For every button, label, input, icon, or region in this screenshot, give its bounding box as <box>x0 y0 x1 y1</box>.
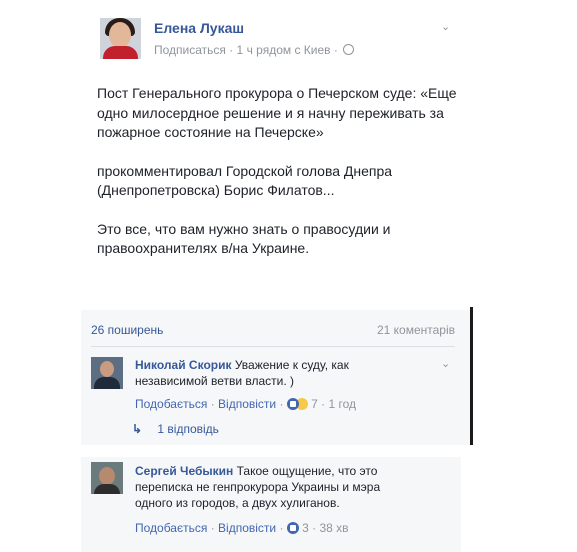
divider <box>91 346 455 347</box>
reply-link[interactable]: Відповісти <box>218 397 276 411</box>
chevron-down-icon[interactable]: ⌄ <box>441 357 450 370</box>
commenter-avatar[interactable] <box>91 462 123 494</box>
comment-time[interactable]: 38 хв <box>320 521 349 535</box>
view-replies[interactable]: ↳ 1 відповідь <box>132 422 219 436</box>
post-paragraph: прокомментировал Городской голова Днепра… <box>97 162 393 199</box>
commenter-name[interactable]: Сергей Чебыкин <box>135 464 233 478</box>
reply-link[interactable]: Відповісти <box>218 521 276 535</box>
comment-body: Сергей Чебыкин Такое ощущение, что это п… <box>135 463 420 511</box>
post-meta-text: Подписаться · 1 ч рядом с Киев · <box>154 43 338 57</box>
comment-body: Николай Скорик Уважение к суду, как неза… <box>135 357 415 389</box>
screenshot-edge <box>470 307 473 445</box>
comment-actions: Подобається · Відповісти · 3 · 38 хв <box>135 521 349 535</box>
post-meta: Подписаться · 1 ч рядом с Киев · <box>154 43 355 57</box>
chevron-down-icon[interactable]: ⌄ <box>441 20 450 33</box>
reaction-count[interactable]: 3 <box>302 521 309 535</box>
post-paragraph: Пост Генерального прокурора о Печерском … <box>97 85 457 140</box>
like-link[interactable]: Подобається <box>135 521 207 535</box>
globe-icon <box>343 44 355 55</box>
reaction-count[interactable]: 7 <box>311 397 318 411</box>
comment-time[interactable]: 1 год <box>329 397 357 411</box>
commenter-name[interactable]: Николай Скорик <box>135 358 232 372</box>
commenter-avatar[interactable] <box>91 357 123 389</box>
post-text: Пост Генерального прокурора о Печерском … <box>97 84 462 278</box>
comments-count[interactable]: 21 коментарів <box>377 323 455 337</box>
author-avatar[interactable] <box>100 18 141 59</box>
like-reaction-icon <box>286 398 299 410</box>
reply-arrow-icon: ↳ <box>132 422 143 436</box>
author-name[interactable]: Елена Лукаш <box>154 20 244 36</box>
replies-count[interactable]: 1 відповідь <box>157 422 219 436</box>
like-link[interactable]: Подобається <box>135 397 207 411</box>
comment-actions: Подобається · Відповісти · 7 · 1 год <box>135 397 357 411</box>
post-paragraph: Это все, что вам нужно знать о правосуди… <box>97 220 391 257</box>
like-reaction-icon <box>286 522 299 534</box>
shares-count[interactable]: 26 поширень <box>91 323 163 337</box>
